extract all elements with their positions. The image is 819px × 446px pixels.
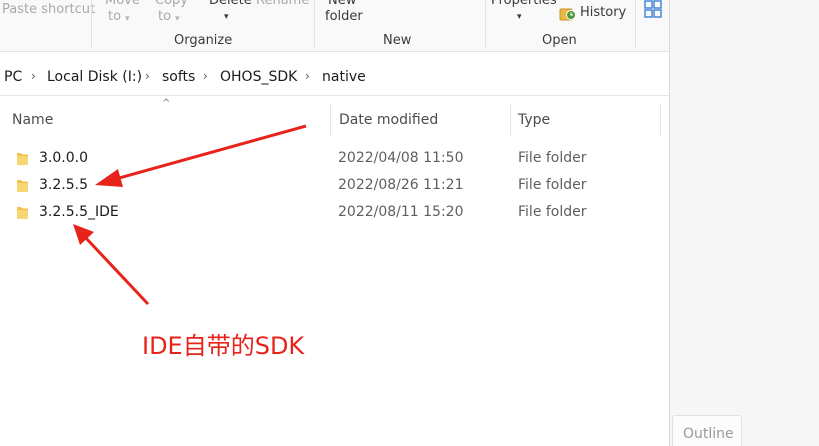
new-folder-button-label[interactable]: folder <box>325 9 363 25</box>
chevron-down-icon[interactable]: ▾ <box>175 11 180 27</box>
copy-to-button-top[interactable]: Copy <box>155 0 188 9</box>
ribbon-separator <box>314 0 315 48</box>
breadcrumb-item-softs[interactable]: softs <box>162 69 195 85</box>
tab-outline[interactable]: Outline <box>672 415 742 446</box>
folder-icon <box>17 207 28 219</box>
select-all-icon[interactable] <box>644 0 664 18</box>
ribbon: Paste shortcut Move to ▾ Copy to ▾ Delet… <box>0 0 669 52</box>
file-date-modified: 2022/04/08 11:50 <box>338 150 464 166</box>
history-button[interactable]: History <box>580 5 626 21</box>
breadcrumb-item-native[interactable]: native <box>322 69 366 85</box>
column-header-name[interactable]: Name <box>12 112 53 128</box>
copy-to-button-label[interactable]: to <box>158 9 171 25</box>
breadcrumb-item-ohos-sdk[interactable]: OHOS_SDK <box>220 69 297 85</box>
column-resize-handle[interactable] <box>510 104 511 136</box>
file-type: File folder <box>518 150 587 166</box>
column-header-date-modified[interactable]: Date modified <box>339 112 438 128</box>
annotation-label: IDE自带的SDK <box>142 332 305 360</box>
file-type: File folder <box>518 177 587 193</box>
chevron-right-icon[interactable]: › <box>31 69 36 83</box>
delete-button[interactable]: Delete <box>209 0 252 9</box>
file-date-modified: 2022/08/11 15:20 <box>338 204 464 220</box>
move-to-button-top[interactable]: Move <box>105 0 140 9</box>
ribbon-separator <box>485 0 486 48</box>
sort-ascending-icon: ^ <box>162 98 171 109</box>
file-row[interactable]: 3.2.5.5 2022/08/26 11:21 File folder <box>0 172 669 199</box>
group-label-organize: Organize <box>174 33 233 48</box>
annotation-arrow <box>73 224 150 306</box>
chevron-right-icon[interactable]: › <box>145 69 150 83</box>
folder-icon <box>17 153 28 165</box>
column-resize-handle[interactable] <box>660 104 661 136</box>
file-date-modified: 2022/08/26 11:21 <box>338 177 464 193</box>
breadcrumb-item-local-disk[interactable]: Local Disk (I:) <box>47 69 142 85</box>
file-name: 3.2.5.5_IDE <box>39 204 119 220</box>
rename-button[interactable]: Rename <box>256 0 309 9</box>
file-name: 3.2.5.5 <box>39 177 88 193</box>
breadcrumb-item-pc[interactable]: PC <box>4 69 22 85</box>
file-row[interactable]: 3.2.5.5_IDE 2022/08/11 15:20 File folder <box>0 199 669 226</box>
file-explorer-window: Paste shortcut Move to ▾ Copy to ▾ Delet… <box>0 0 819 446</box>
chevron-down-icon[interactable]: ▾ <box>517 9 522 25</box>
chevron-down-icon[interactable]: ▾ <box>125 11 130 27</box>
chevron-right-icon[interactable]: › <box>305 69 310 83</box>
file-type: File folder <box>518 204 587 220</box>
group-label-open: Open <box>542 33 577 48</box>
chevron-down-icon[interactable]: ▾ <box>224 9 229 25</box>
new-folder-button-top[interactable]: New <box>328 0 356 9</box>
history-icon[interactable] <box>559 3 576 22</box>
ribbon-separator <box>635 0 636 48</box>
move-to-button-label[interactable]: to <box>108 9 121 25</box>
details-pane <box>669 0 819 446</box>
breadcrumb[interactable]: PC › Local Disk (I:) › softs › OHOS_SDK … <box>0 58 669 96</box>
paste-shortcut-button[interactable]: Paste shortcut <box>2 2 95 18</box>
chevron-right-icon[interactable]: › <box>203 69 208 83</box>
column-headers: ^ Name Date modified Type <box>0 98 669 140</box>
ribbon-separator <box>91 0 92 48</box>
file-row[interactable]: 3.0.0.0 2022/04/08 11:50 File folder <box>0 145 669 172</box>
file-name: 3.0.0.0 <box>39 150 88 166</box>
column-resize-handle[interactable] <box>330 104 331 136</box>
folder-icon <box>17 180 28 192</box>
properties-button[interactable]: Properties <box>491 0 557 9</box>
column-header-type[interactable]: Type <box>518 112 550 128</box>
group-label-new: New <box>383 33 412 48</box>
